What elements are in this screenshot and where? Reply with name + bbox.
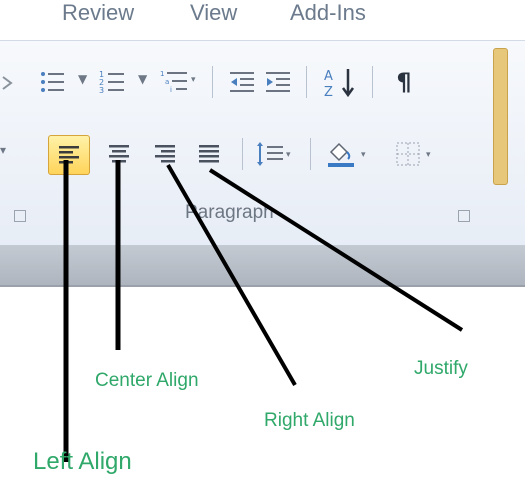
right-align-caption: Right Align <box>264 410 355 431</box>
right-align-pointer-line <box>166 164 297 386</box>
annotation-lines <box>63 160 464 462</box>
left-align-caption: Left Align <box>33 448 132 475</box>
center-align-caption: Center Align <box>95 370 199 391</box>
justify-caption: Justify <box>414 358 468 379</box>
